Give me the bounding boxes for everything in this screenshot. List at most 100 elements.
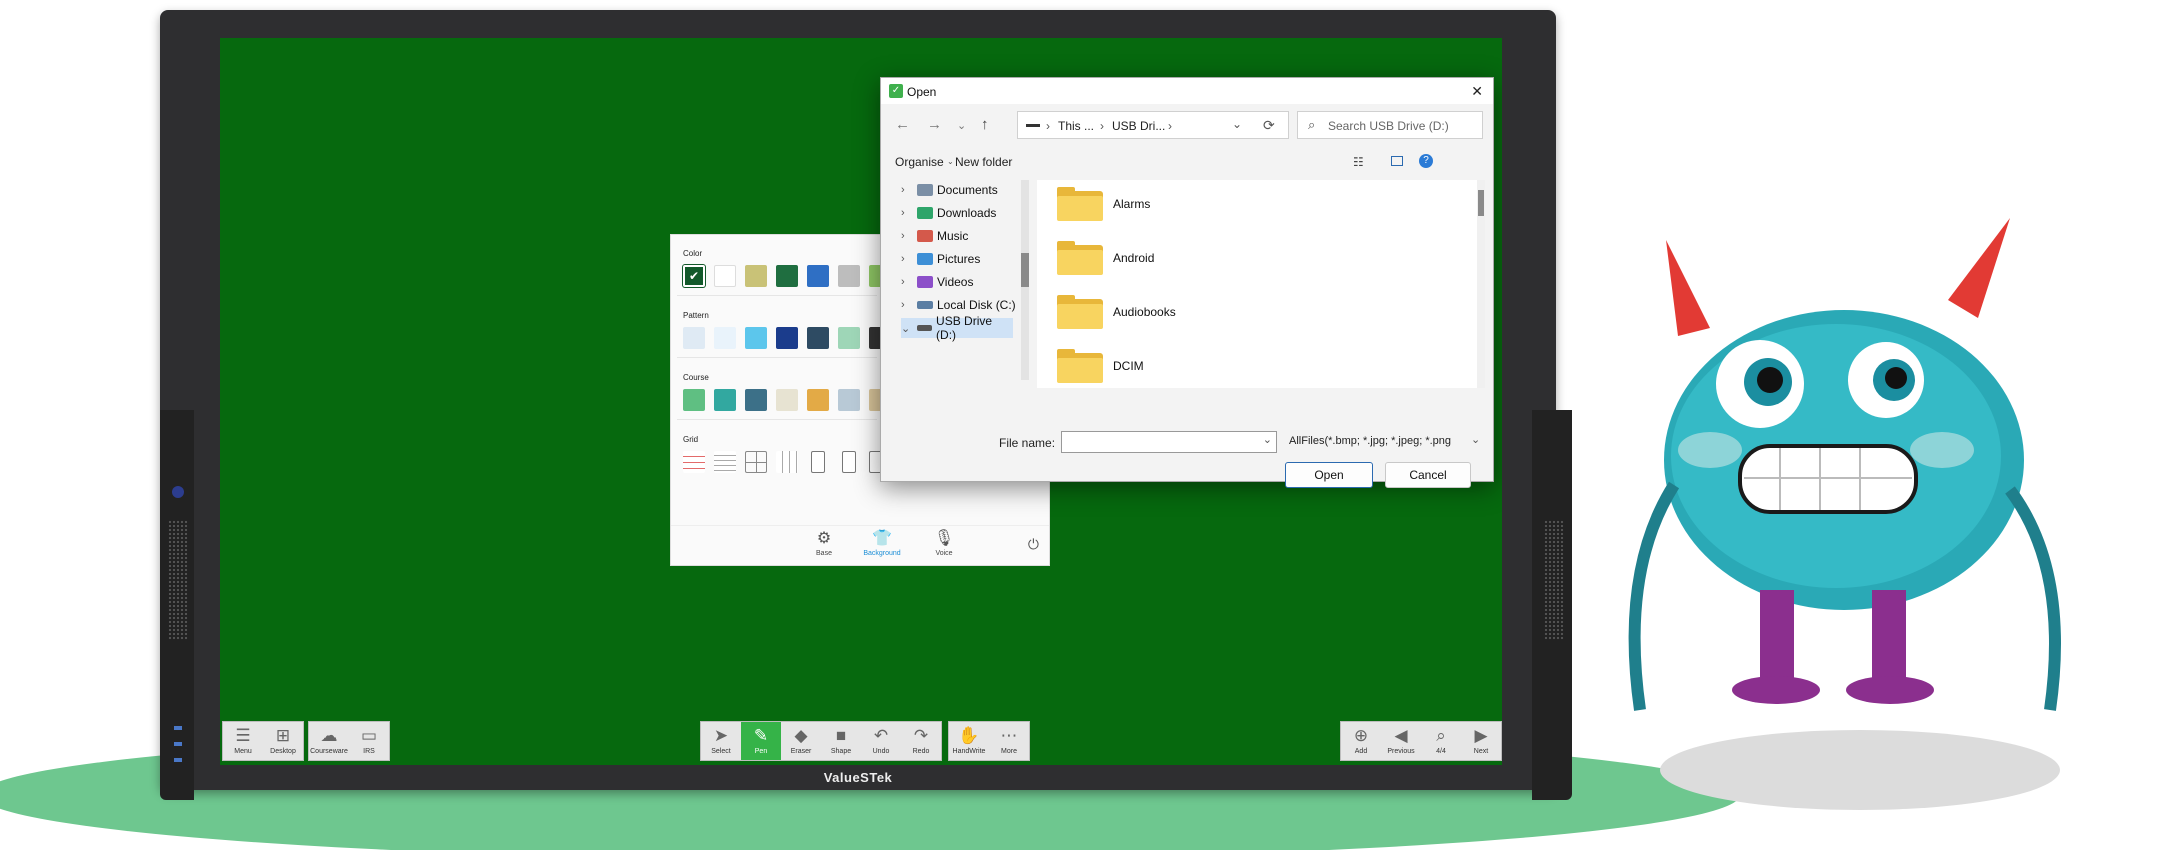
toolbar-center-2: ✋ HandWrite ⋯ More [948,721,1030,761]
tree-scrollbar-thumb[interactable] [1021,253,1029,287]
folder-icon [1057,241,1103,275]
base-tab[interactable]: ⚙ Base [799,530,849,557]
course-swatch[interactable] [838,389,860,411]
refresh-icon[interactable]: ⟳ [1263,117,1275,134]
color-swatch[interactable] [838,265,860,287]
color-swatch[interactable] [745,265,767,287]
pattern-swatch[interactable] [807,327,829,349]
background-tab[interactable]: 👕 Background [857,530,907,557]
grid-swatch[interactable] [683,451,705,473]
tree-item-music[interactable]: › Music [901,226,968,246]
help-icon[interactable]: ? [1419,154,1433,168]
brand-logo: ValueSTek [823,770,893,785]
previous-page-button[interactable]: ◀ Previous [1381,722,1421,760]
chevron-down-icon[interactable]: ⌄ [957,119,966,132]
cancel-button[interactable]: Cancel [1385,462,1471,488]
course-swatch[interactable] [683,389,705,411]
pattern-swatch[interactable] [714,327,736,349]
chevron-right-icon: › [1100,119,1104,133]
whiteboard-screen[interactable]: ☰ Menu ⊞ Desktop ☁ Courseware ▭ IRS ➤ Select … [220,38,1502,765]
file-name-input[interactable]: ⌄ [1061,431,1277,453]
add-page-button[interactable]: ⊕ Add [1341,722,1381,760]
course-swatch[interactable] [714,389,736,411]
preview-pane-icon[interactable] [1391,156,1403,166]
pen-icon: ✎ [753,726,769,745]
voice-tab[interactable]: 🎙 Voice [919,530,969,557]
toolbar-right: ⊕ Add ◀ Previous ⌕ 4/4 ▶ Next [1340,721,1502,761]
color-swatch-selected[interactable]: ✔ [683,265,705,287]
breadcrumb-this-pc[interactable]: This ... [1058,119,1094,133]
redo-icon: ↷ [913,726,929,745]
folder-item-alarms[interactable]: Alarms [1057,184,1150,224]
color-swatch[interactable] [776,265,798,287]
tree-item-videos[interactable]: › Videos [901,272,973,292]
pen-button[interactable]: ✎ Pen [741,722,781,760]
search-input[interactable]: ⌕ Search USB Drive (D:) [1297,111,1483,139]
grid-swatch[interactable] [776,451,798,473]
handwrite-button[interactable]: ✋ HandWrite [949,722,989,760]
grid-swatch[interactable] [714,451,736,473]
scene: { "display": { "brand": "ValueSTek" }, "… [0,0,2182,850]
view-options-icon[interactable]: ☷ [1353,155,1364,169]
course-swatch[interactable] [745,389,767,411]
pattern-swatch[interactable] [838,327,860,349]
monster-illustration [1628,218,2061,711]
dialog-titlebar: ✓ Open ✕ [881,78,1493,104]
organise-button[interactable]: Organise [895,155,944,169]
course-swatch[interactable] [807,389,829,411]
irs-button[interactable]: ▭ IRS [349,722,389,760]
page-count-button[interactable]: ⌕ 4/4 [1421,722,1461,760]
select-button[interactable]: ➤ Select [701,722,741,760]
pattern-swatch[interactable] [776,327,798,349]
folder-item-dcim[interactable]: DCIM [1057,346,1144,386]
color-section-title: Color [683,249,703,258]
desktop-button[interactable]: ⊞ Desktop [263,722,303,760]
open-button[interactable]: Open [1285,462,1373,488]
color-swatch[interactable] [807,265,829,287]
pattern-section-title: Pattern [683,311,709,320]
grid-swatch[interactable] [745,451,767,473]
new-folder-button[interactable]: New folder [955,155,1012,169]
color-swatch[interactable] [714,265,736,287]
breadcrumb-usb-drive[interactable]: USB Dri... [1112,119,1165,133]
undo-button[interactable]: ↶ Undo [861,722,901,760]
pattern-swatch[interactable] [745,327,767,349]
back-arrow-icon[interactable]: ← [895,116,910,133]
course-swatch[interactable] [776,389,798,411]
next-page-button[interactable]: ▶ Next [1461,722,1501,760]
address-bar[interactable]: › This ... › USB Dri... › ⌄ [1017,111,1289,139]
forward-arrow-icon[interactable]: → [927,116,942,133]
redo-button[interactable]: ↷ Redo [901,722,941,760]
chevron-down-icon[interactable]: ⌄ [1232,117,1242,131]
tree-item-downloads[interactable]: › Downloads [901,203,996,223]
up-arrow-icon[interactable]: ↑ [981,116,989,133]
courseware-button[interactable]: ☁ Courseware [309,722,349,760]
tree-item-local-disk[interactable]: › Local Disk (C:) [901,295,1016,315]
tree-item-documents[interactable]: › Documents [901,180,998,200]
file-list-scrollbar-thumb[interactable] [1478,190,1484,216]
shirt-icon: 👕 [872,530,892,547]
file-type-filter[interactable]: AllFiles(*.bmp; *.jpg; *.jpeg; *.png ⌄ [1285,431,1483,453]
tree-item-pictures[interactable]: › Pictures [901,249,980,269]
eraser-button[interactable]: ◆ Eraser [781,722,821,760]
pattern-swatch[interactable] [683,327,705,349]
close-icon[interactable]: ✕ [1471,83,1483,100]
folder-item-android[interactable]: Android [1057,238,1154,278]
more-button[interactable]: ⋯ More [989,722,1029,760]
tree-item-usb-drive[interactable]: ⌄ USB Drive (D:) [901,314,1013,342]
wifi-screen-icon: ▭ [360,726,378,745]
grid-swatch[interactable] [842,451,856,473]
left-speaker [168,520,188,640]
grid-swatch[interactable] [811,451,825,473]
disk-icon [917,301,933,309]
chevron-down-icon[interactable]: ⌄ [1263,433,1272,446]
menu-button[interactable]: ☰ Menu [223,722,263,760]
next-icon: ▶ [1474,726,1488,745]
folder-item-audiobooks[interactable]: Audiobooks [1057,292,1176,332]
mic-icon: 🎙 [933,530,955,547]
chevron-right-icon: › [901,184,905,196]
power-icon[interactable]: ⏻ [1028,536,1039,553]
color-swatches: ✔ [683,265,891,287]
shape-button[interactable]: ■ Shape [821,722,861,760]
downloads-icon [917,207,933,219]
